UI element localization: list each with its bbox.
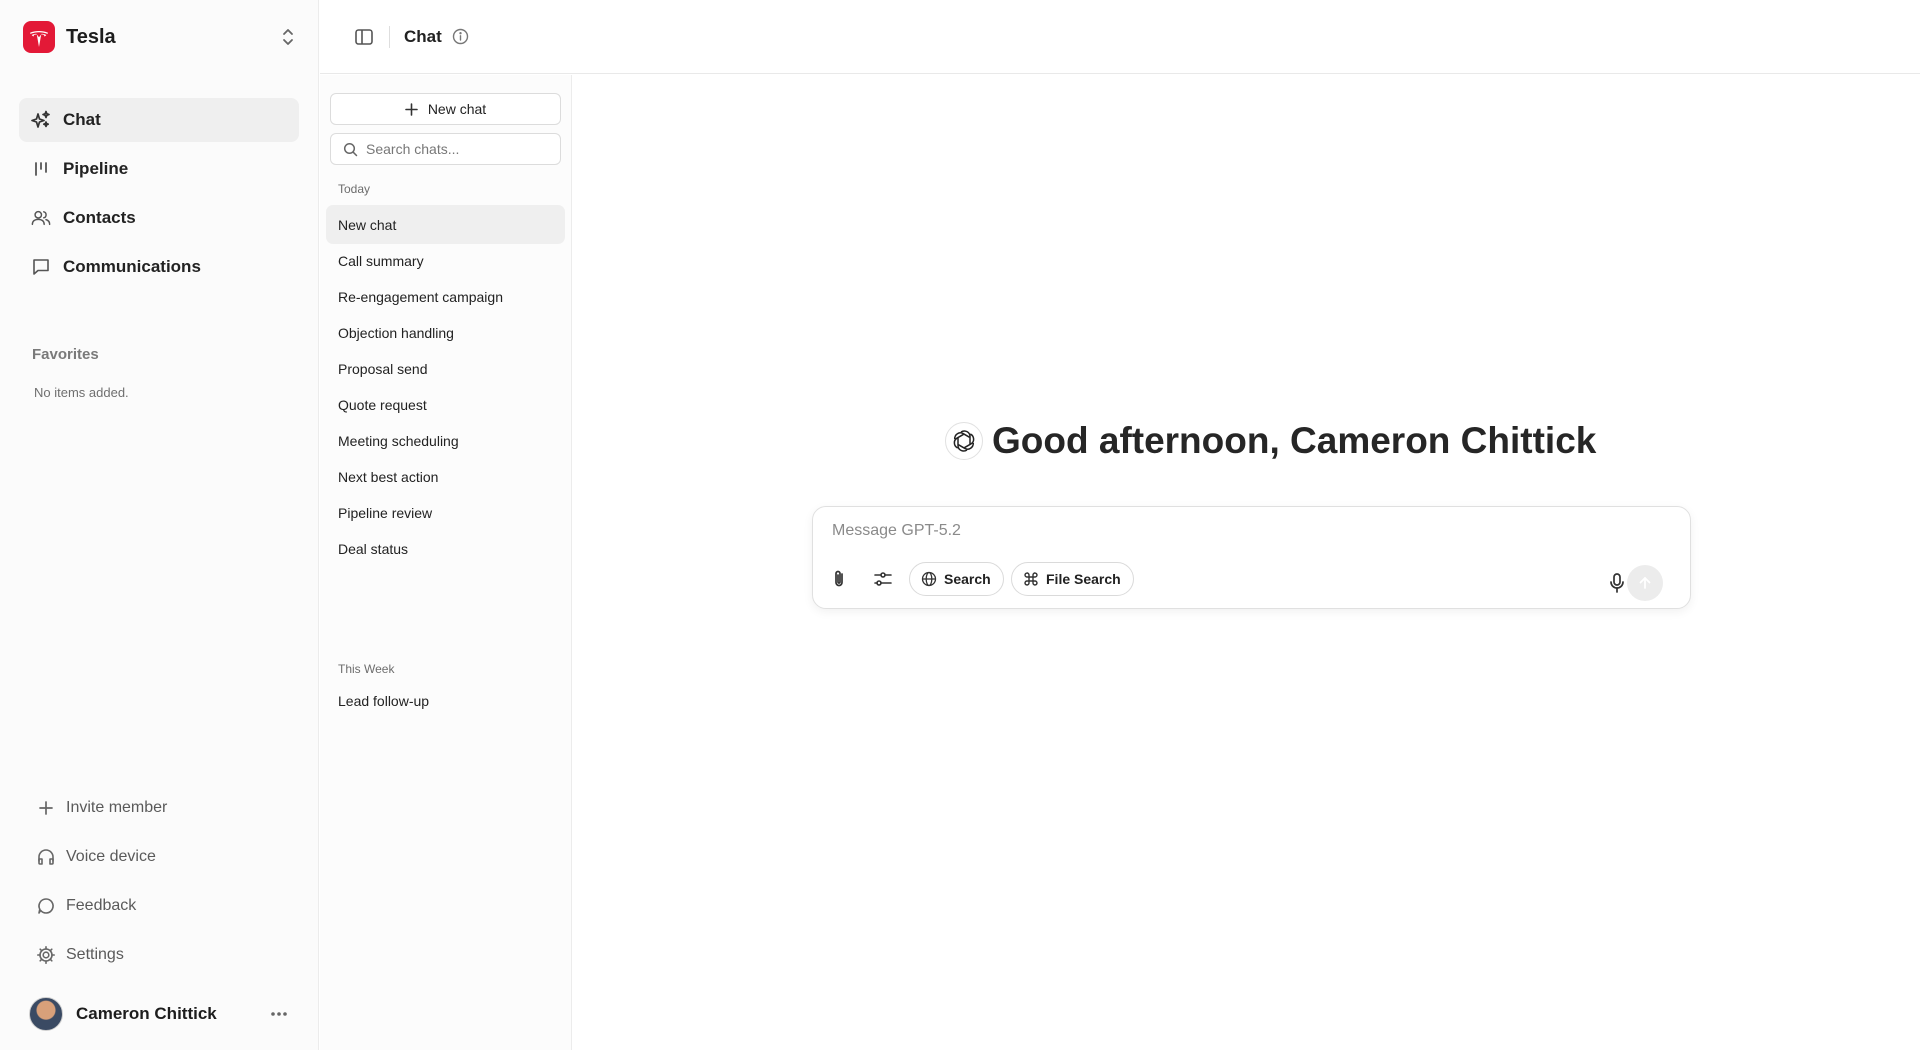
nav-item-label: Communications (63, 257, 201, 276)
bottom-nav: Invite member Voice device Feedback Sett… (24, 787, 300, 983)
settings-button[interactable]: Settings (24, 934, 300, 975)
globe-icon (921, 571, 937, 587)
nav-item-label: Chat (63, 110, 101, 129)
chat-list-item[interactable]: Meeting scheduling (326, 421, 565, 460)
greeting: Good afternoon, Cameron Chittick (945, 419, 1596, 463)
user-profile[interactable]: Cameron Chittick (29, 996, 291, 1032)
feedback-button[interactable]: Feedback (24, 885, 300, 926)
web-search-label: Search (944, 571, 991, 587)
headphones-icon (36, 847, 56, 867)
chat-list-item[interactable]: Deal status (326, 529, 565, 568)
message-composer: Search File Search (812, 506, 1691, 609)
voice-device-button[interactable]: Voice device (24, 836, 300, 877)
new-chat-button[interactable]: New chat (330, 93, 561, 125)
favorites-heading: Favorites (32, 346, 99, 363)
bottom-nav-label: Voice device (66, 847, 156, 865)
chat-list-item[interactable]: Lead follow-up (326, 681, 565, 720)
plus-icon (405, 102, 418, 116)
new-chat-label: New chat (427, 101, 487, 117)
command-icon (1023, 571, 1039, 587)
workspace-name: Tesla (66, 25, 116, 48)
chat-list-item[interactable]: Objection handling (326, 313, 565, 352)
nav-item-communications[interactable]: Communications (19, 245, 299, 289)
invite-member-button[interactable]: Invite member (24, 787, 300, 828)
paperclip-icon[interactable] (823, 562, 855, 596)
favorites-empty-text: No items added. (34, 385, 129, 400)
gear-icon (36, 945, 56, 965)
pipeline-icon (31, 159, 51, 179)
workspace-switcher[interactable]: Tesla (23, 21, 299, 53)
message-square-icon (31, 257, 51, 277)
message-input[interactable] (832, 522, 1652, 548)
arrow-up-icon (1639, 577, 1651, 589)
chat-history-panel: New chat Today New chat Call summary Re-… (320, 75, 572, 1050)
chat-list-item[interactable]: Call summary (326, 241, 565, 280)
main-nav: Chat Pipeline Contacts Communications (19, 98, 299, 294)
users-icon (31, 208, 51, 228)
top-header: Chat (320, 0, 1920, 74)
chat-list-item[interactable]: Quote request (326, 385, 565, 424)
chat-list-item[interactable]: New chat (326, 205, 565, 244)
search-chats-field[interactable] (330, 133, 561, 165)
openai-logo-icon (945, 422, 983, 460)
nav-item-label: Contacts (63, 208, 136, 227)
header-divider (389, 25, 390, 48)
nav-item-pipeline[interactable]: Pipeline (19, 147, 299, 191)
user-name: Cameron Chittick (76, 1004, 217, 1023)
file-search-label: File Search (1046, 571, 1121, 587)
sidebar-toggle-icon[interactable] (352, 25, 376, 49)
send-button[interactable] (1627, 565, 1663, 601)
bottom-nav-label: Invite member (66, 798, 168, 816)
chat-list-item[interactable]: Next best action (326, 457, 565, 496)
sidebar: Tesla Chat Pipeline Contacts Communicati… (0, 0, 319, 1050)
message-circle-icon (36, 896, 56, 916)
plus-icon (36, 798, 56, 818)
search-icon (343, 142, 358, 157)
nav-item-contacts[interactable]: Contacts (19, 196, 299, 240)
more-horizontal-icon[interactable] (267, 1002, 291, 1026)
chat-list-item[interactable]: Proposal send (326, 349, 565, 388)
file-search-button[interactable]: File Search (1011, 562, 1134, 596)
web-search-button[interactable]: Search (909, 562, 1004, 596)
sparkles-icon (31, 110, 51, 130)
search-chats-input[interactable] (366, 141, 546, 157)
info-icon[interactable] (452, 28, 470, 46)
nav-item-chat[interactable]: Chat (19, 98, 299, 142)
greeting-text: Good afternoon, Cameron Chittick (992, 420, 1597, 461)
tesla-logo-icon (23, 21, 55, 53)
avatar (29, 997, 63, 1031)
nav-item-label: Pipeline (63, 159, 129, 178)
chat-list-item[interactable]: Re-engagement campaign (326, 277, 565, 316)
chevrons-up-down-icon[interactable] (277, 26, 299, 48)
page-title: Chat (404, 26, 442, 46)
sliders-icon[interactable] (867, 562, 899, 596)
bottom-nav-label: Settings (66, 945, 124, 963)
chat-group-label: Today (338, 182, 371, 196)
chat-list-item[interactable]: Pipeline review (326, 493, 565, 532)
chat-group-label: This Week (338, 662, 395, 676)
bottom-nav-label: Feedback (66, 896, 137, 914)
